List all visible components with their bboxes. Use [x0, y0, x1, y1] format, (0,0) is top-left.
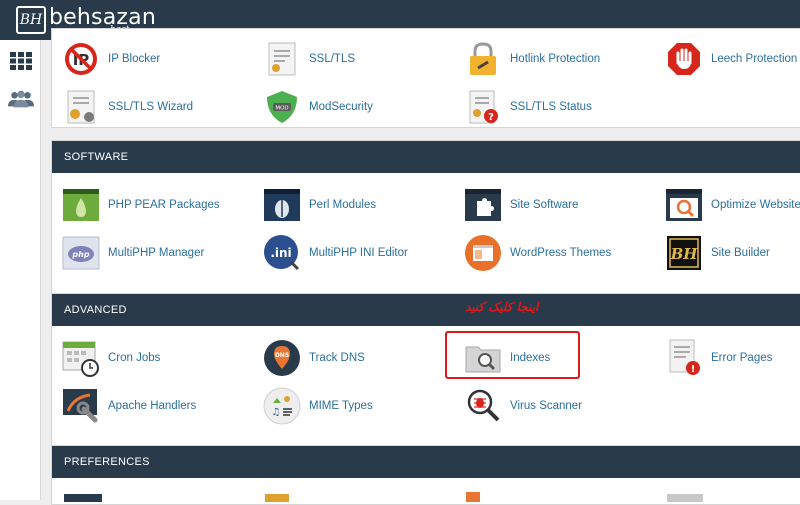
- svg-text:.ini: .ini: [270, 246, 291, 260]
- svg-text:DNS: DNS: [275, 352, 289, 359]
- software-wordpress-themes[interactable]: WordPress Themes: [464, 233, 611, 273]
- padlock-chain-icon: [464, 40, 502, 78]
- security-modsecurity[interactable]: MOD ModSecurity: [263, 87, 373, 127]
- users-icon[interactable]: [8, 88, 34, 110]
- advanced-mime-types[interactable]: ♫ MIME Types: [263, 386, 373, 426]
- perl-onion-icon: [263, 186, 301, 224]
- software-php-pear[interactable]: PHP PEAR Packages: [62, 185, 220, 225]
- mod-shield-icon: MOD: [263, 88, 301, 126]
- preferences-item-icon[interactable]: [667, 494, 703, 502]
- certificate-wizard-icon: [62, 88, 100, 126]
- preferences-item-icon[interactable]: [466, 492, 480, 502]
- certificate-icon: [263, 40, 301, 78]
- svg-text:♫: ♫: [272, 407, 281, 418]
- puzzle-icon: [464, 186, 502, 224]
- advanced-apache-handlers[interactable]: Apache Handlers: [62, 386, 196, 426]
- annotation-label: اینجا کلیک کنید: [465, 300, 539, 314]
- stop-hand-icon: [665, 40, 703, 78]
- highlight-box: [445, 331, 580, 379]
- security-hotlink-protection[interactable]: Hotlink Protection: [464, 39, 600, 79]
- preferences-item-icon[interactable]: [64, 494, 102, 502]
- software-site-software[interactable]: Site Software: [464, 185, 578, 225]
- grid-icon[interactable]: [8, 50, 34, 72]
- certificate-status-icon: ?: [464, 88, 502, 126]
- svg-text:!: !: [691, 364, 696, 375]
- dns-pin-icon: DNS: [263, 339, 301, 377]
- ini-icon: .ini: [263, 234, 301, 272]
- preferences-item-icon[interactable]: [265, 494, 289, 502]
- svg-text:?: ?: [488, 112, 494, 123]
- pear-icon: [62, 186, 100, 224]
- advanced-cron-jobs[interactable]: Cron Jobs: [62, 338, 160, 378]
- virus-scan-icon: [464, 387, 502, 425]
- advanced-error-pages[interactable]: ! Error Pages: [665, 338, 772, 378]
- advanced-header[interactable]: ADVANCED: [52, 294, 800, 326]
- security-ssl-tls-wizard[interactable]: SSL/TLS Wizard: [62, 87, 193, 127]
- error-page-icon: !: [665, 339, 703, 377]
- security-panel: IP IP Blocker SSL/TLS Hotlink Protection…: [51, 28, 800, 128]
- svg-text:BH: BH: [670, 245, 699, 263]
- security-leech-protection[interactable]: Leech Protection: [665, 39, 797, 79]
- sidebar: [0, 40, 41, 500]
- advanced-virus-scanner[interactable]: Virus Scanner: [464, 386, 582, 426]
- software-perl-modules[interactable]: Perl Modules: [263, 185, 376, 225]
- wordpress-themes-icon: [464, 234, 502, 272]
- optimize-icon: [665, 186, 703, 224]
- security-ip-blocker[interactable]: IP IP Blocker: [62, 39, 160, 79]
- security-ssl-tls[interactable]: SSL/TLS: [263, 39, 355, 79]
- preferences-panel: PREFERENCES: [51, 445, 800, 505]
- site-builder-icon: BH: [665, 234, 703, 272]
- svg-text:php: php: [71, 250, 89, 259]
- software-multiphp-manager[interactable]: php MultiPHP Manager: [62, 233, 204, 273]
- svg-text:MOD: MOD: [275, 106, 288, 112]
- calendar-clock-icon: [62, 339, 100, 377]
- ip-blocker-icon: IP: [62, 40, 100, 78]
- mime-icon: ♫: [263, 387, 301, 425]
- logo-name: behsazan: [49, 5, 156, 30]
- preferences-header[interactable]: PREFERENCES: [52, 446, 800, 478]
- logo-mark: BH: [16, 6, 46, 34]
- software-multiphp-ini-editor[interactable]: .ini MultiPHP INI Editor: [263, 233, 408, 273]
- php-icon: php: [62, 234, 100, 272]
- software-site-builder[interactable]: BH Site Builder: [665, 233, 770, 273]
- advanced-track-dns[interactable]: DNS Track DNS: [263, 338, 365, 378]
- security-ssl-tls-status[interactable]: ? SSL/TLS Status: [464, 87, 592, 127]
- apache-wrench-icon: [62, 387, 100, 425]
- software-header[interactable]: SOFTWARE: [52, 141, 800, 173]
- software-optimize-website[interactable]: Optimize Website: [665, 185, 800, 225]
